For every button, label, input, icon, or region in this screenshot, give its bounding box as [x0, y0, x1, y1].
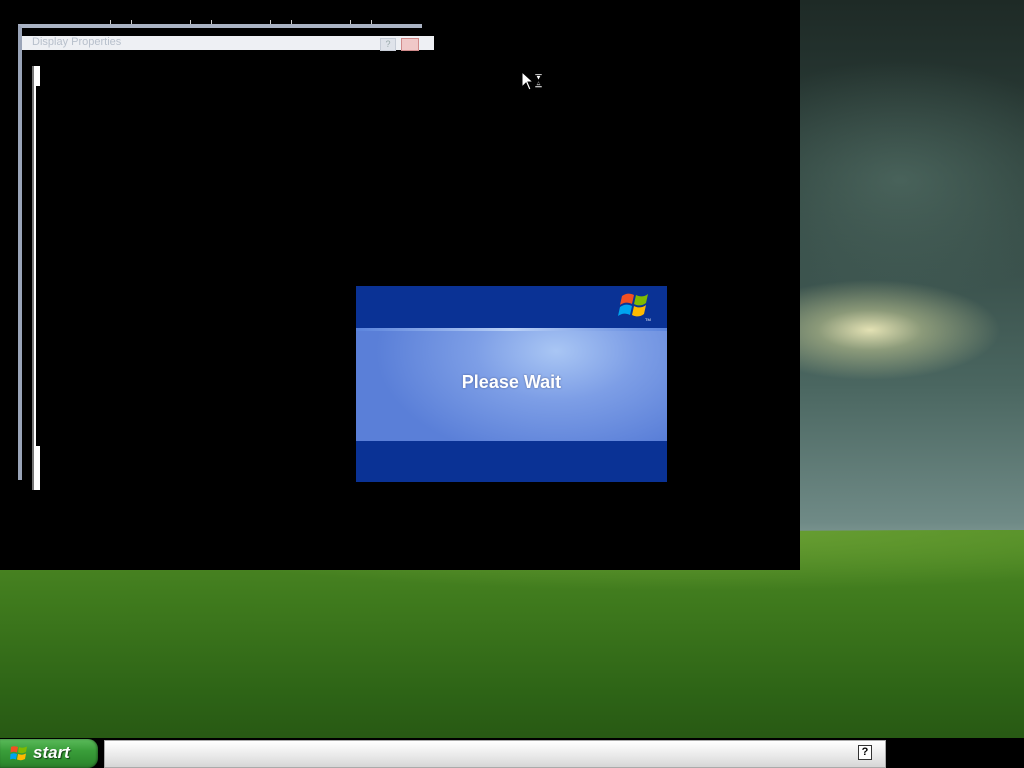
ghost-close-button[interactable]: [401, 38, 419, 51]
dialog-bottom-band: [356, 441, 667, 482]
svg-text:TM: TM: [645, 317, 651, 322]
ghost-window-panel-shadow: [36, 86, 40, 446]
ghost-help-button[interactable]: ?: [380, 38, 396, 51]
windows-flag-icon: [10, 746, 27, 761]
ghost-window-titlebar: Display Properties: [22, 36, 434, 50]
please-wait-message: Please Wait: [461, 372, 562, 392]
windows-logo-icon: TM: [618, 293, 651, 322]
please-wait-dialog: TM Please Wait: [356, 286, 667, 482]
start-label: start: [33, 743, 70, 762]
taskbar-task-area[interactable]: [104, 740, 886, 768]
busy-arrow-cursor-icon: [521, 71, 543, 91]
ghost-window-title: Display Properties: [32, 36, 122, 48]
dialog-top-band: TM: [356, 286, 667, 328]
help-icon[interactable]: ?: [858, 745, 872, 760]
start-button[interactable]: start: [0, 739, 98, 768]
